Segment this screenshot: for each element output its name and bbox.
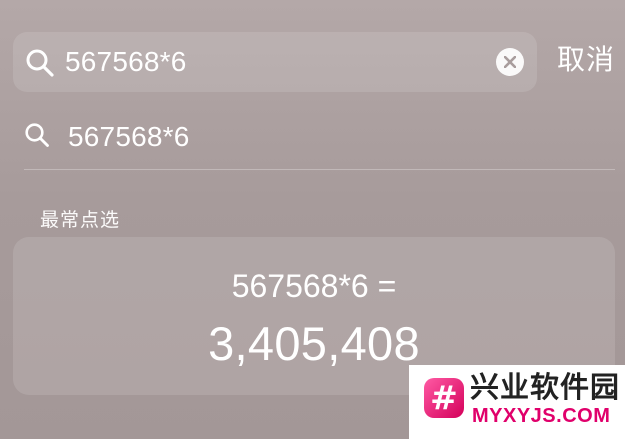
brand-name: 兴业软件园: [470, 370, 621, 404]
suggestion-label: 567568*6: [68, 121, 190, 152]
calculation-result: 3,405,408: [208, 317, 420, 370]
divider: [24, 169, 615, 170]
brand-url: MYXYJS.COM: [472, 405, 611, 427]
clear-icon: [504, 56, 516, 68]
calculation-expression: 567568*6 =: [231, 268, 397, 304]
search-icon: [24, 122, 50, 148]
search-bar[interactable]: 567568*6: [13, 32, 537, 92]
logo-symbol: #: [430, 378, 458, 417]
search-icon: [25, 48, 55, 78]
cancel-button[interactable]: 取消: [557, 40, 615, 80]
watermark: # 兴业软件园 MYXYJS.COM: [409, 365, 625, 439]
search-suggestion-item[interactable]: 567568*6: [24, 117, 614, 157]
search-input[interactable]: 567568*6: [65, 42, 187, 82]
clear-search-button[interactable]: [496, 48, 524, 76]
section-title: 最常点选: [40, 209, 121, 231]
brand-logo: #: [424, 378, 464, 418]
